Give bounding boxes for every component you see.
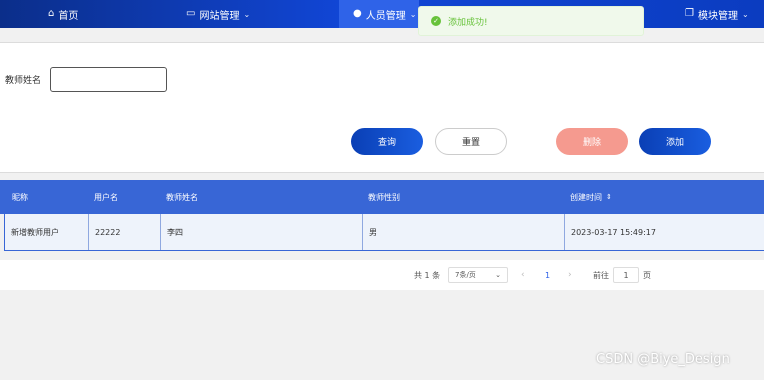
- search-panel: 教师姓名 查询 重置 删除 添加: [0, 42, 764, 173]
- column-header-username[interactable]: 用户名: [94, 180, 118, 214]
- page-unit-label: 页: [643, 270, 651, 280]
- teacher-name-label: 教师姓名: [5, 76, 42, 86]
- page-size-value: 7条/页: [455, 271, 476, 279]
- cell-created-time: 2023-03-17 15:49:17: [571, 227, 656, 237]
- top-nav: ⌂ 首页 ▭ 网站管理 ⌄ ● 人员管理 ⌄ ❐ 模块管理 ⌄: [0, 0, 764, 28]
- home-icon: ⌂: [48, 8, 55, 19]
- user-icon: ●: [353, 8, 362, 19]
- chevron-down-icon: ⌄: [495, 271, 501, 279]
- table-header: 昵称 用户名 教师姓名 教师性别 创建时间 ⇕: [0, 180, 764, 214]
- monitor-icon: ▭: [186, 8, 196, 19]
- goto-page-input[interactable]: 1: [613, 267, 639, 283]
- success-toast: ✓ 添加成功!: [418, 6, 644, 36]
- column-divider: [88, 214, 89, 250]
- cell-username: 22222: [95, 227, 121, 237]
- toast-message: 添加成功!: [448, 17, 488, 28]
- column-header-nickname[interactable]: 昵称: [12, 180, 28, 214]
- column-header-teacher-name[interactable]: 教师姓名: [166, 180, 198, 214]
- nav-item-website[interactable]: ▭ 网站管理 ⌄: [186, 0, 250, 28]
- nav-personnel-label: 人员管理: [365, 10, 406, 22]
- cell-teacher-name: 李四: [167, 227, 183, 237]
- prev-page-icon[interactable]: ‹: [521, 260, 525, 290]
- watermark: CSDN @Biye_Design: [596, 352, 730, 367]
- column-header-created-time[interactable]: 创建时间 ⇕: [570, 180, 612, 214]
- next-page-icon[interactable]: ›: [568, 260, 572, 290]
- cell-nickname: 新增教师用户: [11, 227, 59, 237]
- column-divider: [160, 214, 161, 250]
- page-number[interactable]: 1: [545, 260, 550, 290]
- chevron-down-icon: ⌄: [409, 9, 417, 19]
- cell-teacher-gender: 男: [369, 227, 377, 237]
- chevron-down-icon: ⌄: [741, 9, 749, 19]
- column-divider: [564, 214, 565, 250]
- chevron-down-icon: ⌄: [243, 9, 251, 19]
- nav-item-home[interactable]: ⌂ 首页: [48, 0, 78, 28]
- nav-website-label: 网站管理: [199, 10, 240, 22]
- delete-button[interactable]: 删除: [556, 128, 628, 155]
- reset-button[interactable]: 重置: [435, 128, 507, 155]
- column-divider: [362, 214, 363, 250]
- pagination: 共 1 条 7条/页 ⌄ ‹ 1 › 前往 1 页: [0, 260, 764, 290]
- copy-icon: ❐: [685, 8, 694, 19]
- check-circle-icon: ✓: [431, 16, 441, 26]
- column-header-teacher-gender[interactable]: 教师性别: [368, 180, 400, 214]
- page-size-select[interactable]: 7条/页 ⌄: [448, 260, 508, 290]
- total-count: 共 1 条: [414, 270, 441, 280]
- add-button[interactable]: 添加: [639, 128, 711, 155]
- query-button[interactable]: 查询: [351, 128, 423, 155]
- goto-label: 前往: [593, 270, 609, 280]
- nav-modules-label: 模块管理: [697, 10, 738, 22]
- teacher-name-input[interactable]: [50, 67, 167, 92]
- created-time-label: 创建时间: [570, 192, 602, 202]
- nav-item-personnel[interactable]: ● 人员管理 ⌄: [339, 0, 419, 28]
- table-row[interactable]: 新增教师用户 22222 李四 男 2023-03-17 15:49:17: [4, 214, 764, 251]
- nav-home-label: 首页: [58, 10, 79, 22]
- nav-item-modules[interactable]: ❐ 模块管理 ⌄: [685, 0, 749, 28]
- sort-icon[interactable]: ⇕: [606, 193, 612, 201]
- goto-page: 前往 1 页: [593, 260, 651, 290]
